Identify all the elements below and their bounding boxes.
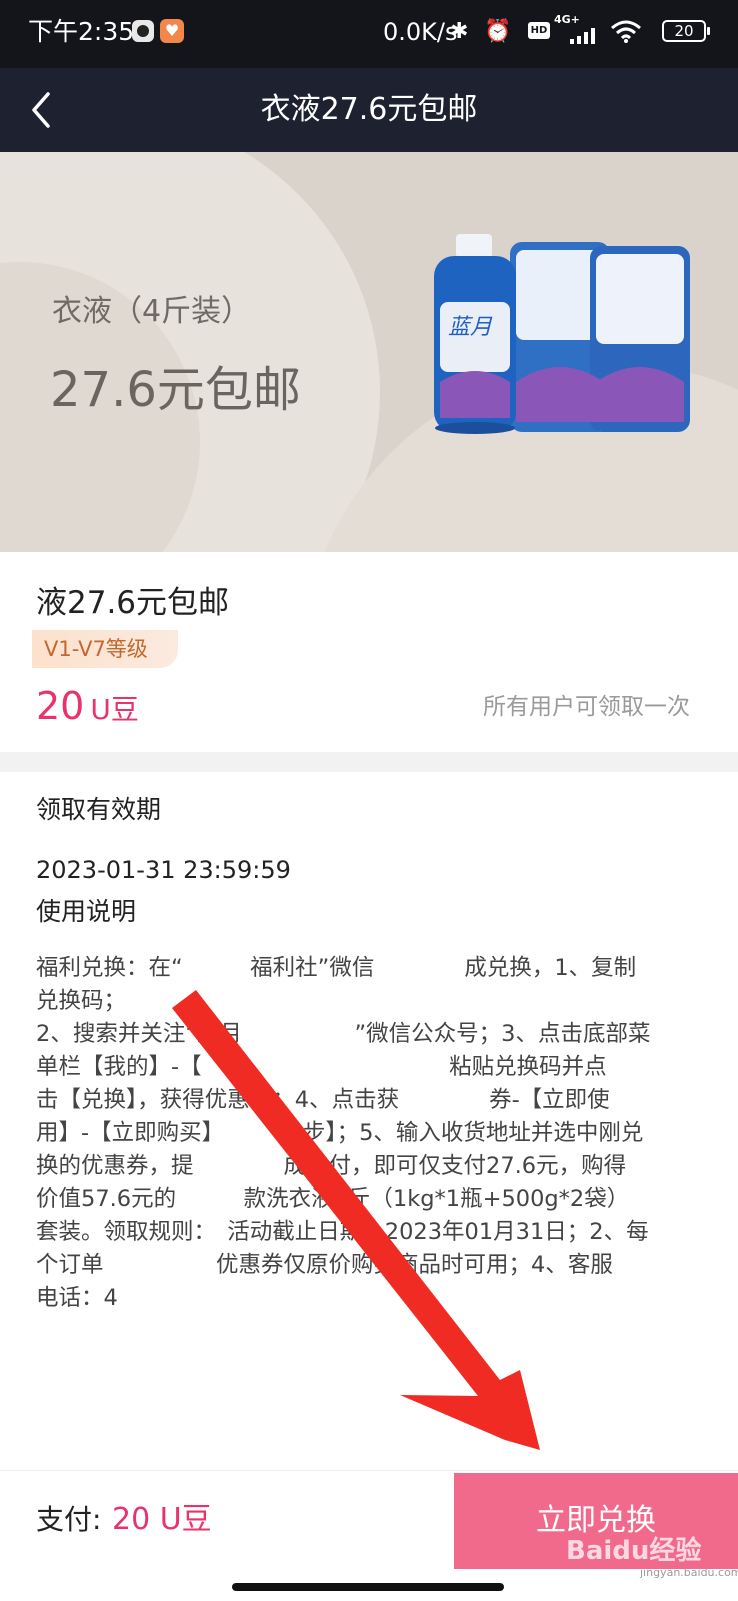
bottle-brand: 蓝月 — [448, 315, 493, 340]
status-bar: 下午2:35 ♥ 0.0K/s ✱ ⏰ HD 4G+ 20 — [0, 0, 738, 68]
validity-heading: 领取有效期 — [36, 795, 162, 824]
usage-line: 价值57.6元的 款洗衣液4斤（1kg*1瓶+500g*2袋） — [36, 1186, 630, 1212]
usage-line: 电话：4 — [36, 1285, 118, 1311]
battery-icon: 20 — [662, 20, 710, 42]
network-speed: 0.0K/s — [383, 18, 458, 46]
usage-line: 兑换码； — [36, 988, 127, 1014]
app-notification-icon — [132, 20, 154, 42]
claim-limit: 所有用户可领取一次 — [483, 694, 690, 720]
nav-bar: 衣液27.6元包邮 — [0, 68, 738, 152]
watermark-url: jingyan.baidu.com — [640, 1566, 738, 1579]
usage-instructions: 福利兑换：在“ 福利社”微信 成兑换，1、复制 兑换码； 2、搜索并关注“蓝月 … — [36, 952, 704, 1315]
wifi-icon — [611, 20, 641, 43]
usage-line: 单栏【我的】-【 换 粘贴兑换码并点 — [36, 1054, 607, 1080]
product-card: 液27.6元包邮 V1-V7等级 20 U豆 所有用户可领取一次 — [0, 552, 738, 752]
alarm-icon: ⏰ — [484, 19, 512, 44]
usage-line: 用】-【立即购买】 步】；5、输入收货地址并选中刚兑 — [36, 1120, 644, 1146]
product-title: 液27.6元包邮 — [36, 585, 230, 621]
pay-label: 支付: — [36, 1503, 102, 1536]
usage-line: 个订单 优惠券仅原价购买商品时可用；4、客服 — [36, 1252, 613, 1278]
home-indicator[interactable] — [232, 1583, 504, 1591]
product-banner: 衣液（4斤装） 27.6元包邮 蓝月 — [0, 152, 738, 552]
hd-icon: HD — [528, 22, 550, 39]
banner-price: 27.6元包邮 — [50, 362, 301, 418]
usage-line: 换的优惠券，提 成支付，即可仅支付27.6元，购得 — [36, 1153, 627, 1179]
detail-section: 领取有效期 2023-01-31 23:59:59 使用说明 福利兑换：在“ 福… — [0, 772, 738, 1470]
page-title: 衣液27.6元包邮 — [260, 92, 478, 127]
signal-icon — [570, 28, 595, 44]
network-type: 4G+ — [554, 13, 580, 26]
usage-line: 击【兑换】，获得优惠券；4、点击获 券-【立即使 — [36, 1087, 610, 1113]
usage-line: 套装。领取规则： 活动截止日期：2023年01月31日；2、每 — [36, 1219, 649, 1245]
usage-heading: 使用说明 — [36, 897, 137, 926]
status-time: 下午2:35 — [28, 17, 135, 46]
pay-amount: 20 U豆 — [112, 1502, 212, 1537]
health-app-icon: ♥ — [160, 19, 184, 43]
price-unit: U豆 — [90, 693, 139, 726]
validity-date: 2023-01-31 23:59:59 — [36, 856, 291, 884]
banner-subtitle: 衣液（4斤装） — [52, 294, 252, 329]
level-badge: V1-V7等级 — [32, 630, 178, 668]
bluetooth-icon: ✱ — [450, 19, 469, 44]
usage-line: 2、搜索并关注“蓝月 ”微信公众号；3、点击底部菜 — [36, 1021, 651, 1047]
watermark: Baidu经验 — [566, 1536, 702, 1566]
price-value: 20 — [36, 684, 85, 728]
chevron-left-icon[interactable] — [22, 86, 62, 134]
usage-line: 福利兑换：在“ 福利社”微信 成兑换，1、复制 — [36, 955, 637, 981]
product-image: 蓝月 — [434, 234, 690, 434]
price: 20 U豆 — [36, 678, 139, 734]
